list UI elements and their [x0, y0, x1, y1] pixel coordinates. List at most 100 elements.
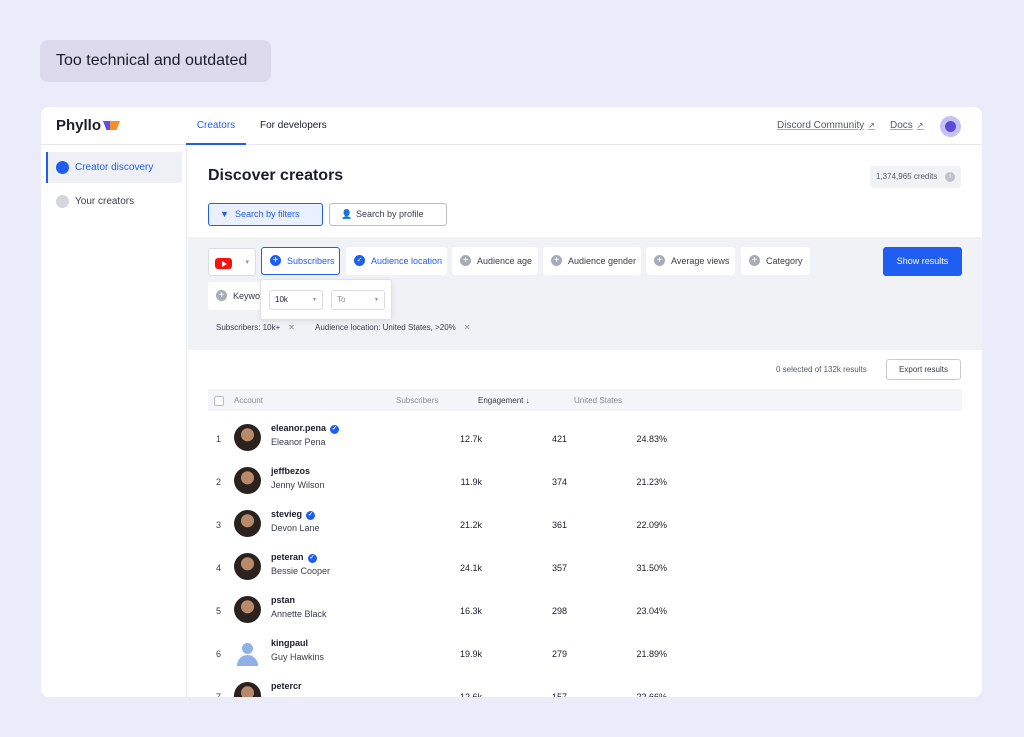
sidebar-item-label: Creator discovery — [75, 162, 154, 173]
sidebar-item-label: Your creators — [75, 196, 135, 207]
search-by-profile-button[interactable]: 👤 Search by profile — [329, 203, 447, 226]
table-row[interactable]: 2 jeffbezos Jenny Wilson 11.9k 374 21.23% — [208, 459, 962, 502]
creator-name: Devon Lane — [271, 523, 320, 533]
filter-audience-gender[interactable]: + Audience gender — [543, 247, 641, 275]
creator-handle[interactable]: stevieg ✓ — [271, 509, 316, 520]
united-states-value: 21.89% — [636, 649, 667, 659]
filter-audience-age[interactable]: + Audience age — [452, 247, 538, 275]
close-icon[interactable]: ✕ — [464, 323, 471, 332]
header-account[interactable]: Account — [234, 396, 263, 405]
table-row[interactable]: 4 peteran ✓ Bessie Cooper 24.1k 357 31.50% — [208, 545, 962, 588]
filter-category[interactable]: + Category — [741, 247, 810, 275]
subscribers-value: 12.6k — [459, 692, 482, 697]
engagement-value: 279 — [551, 649, 567, 659]
sidebar-item-creator-discovery[interactable]: Creator discovery — [46, 152, 182, 183]
subscribers-value: 24.1k — [459, 563, 482, 573]
caption-label: Too technical and outdated — [40, 40, 271, 82]
subscribers-value: 19.9k — [459, 649, 482, 659]
verified-badge-icon: ✓ — [306, 511, 316, 520]
table-row[interactable]: 7 petercr 12.6k 157 22.66% — [208, 674, 962, 697]
handle-text: eleanor.pena — [271, 423, 327, 433]
show-results-button[interactable]: Show results — [883, 247, 962, 276]
creator-handle[interactable]: pstan — [271, 595, 295, 605]
max-subscribers-select[interactable]: To ▼ — [331, 290, 385, 310]
applied-filter-audience-location: Audience location: United States, >20% ✕ — [315, 323, 470, 332]
select-all-checkbox[interactable] — [214, 396, 224, 406]
user-avatar[interactable] — [940, 116, 961, 137]
creator-handle[interactable]: jeffbezos — [271, 466, 310, 476]
discord-community-link[interactable]: Discord Community ↗ — [777, 120, 875, 131]
platform-select[interactable]: ▾ — [208, 248, 256, 276]
filter-audience-location[interactable]: ✓ Audience location — [346, 247, 447, 275]
filter-keywords[interactable]: + Keywo — [208, 282, 268, 310]
button-label: Search by filters — [235, 209, 300, 219]
creator-handle[interactable]: eleanor.pena ✓ — [271, 423, 340, 434]
app-window: Phyllo Creators For developers Discord C… — [41, 107, 982, 697]
credits-text: 1,374,965 credits — [876, 172, 938, 181]
filter-label: Audience age — [477, 256, 533, 266]
subscribers-value: 11.9k — [460, 477, 482, 487]
compass-icon — [56, 161, 69, 174]
header-engagement[interactable]: Engagement ↓ — [478, 396, 530, 405]
plus-icon: + — [270, 255, 281, 266]
creator-name: Eleanor Pena — [271, 437, 326, 447]
united-states-value: 22.66% — [636, 692, 667, 697]
tab-creators[interactable]: Creators — [186, 107, 246, 145]
table-row[interactable]: 3 stevieg ✓ Devon Lane 21.2k 361 22.09% — [208, 502, 962, 545]
engagement-value: 157 — [551, 692, 567, 697]
verified-badge-icon: ✓ — [307, 554, 317, 563]
creator-name: Annette Black — [271, 609, 327, 619]
table-row[interactable]: 5 pstan Annette Black 16.3k 298 23.04% — [208, 588, 962, 631]
check-icon: ✓ — [354, 255, 365, 266]
avatar — [234, 682, 261, 697]
engagement-value: 357 — [551, 563, 567, 573]
filter-subscribers[interactable]: + Subscribers — [261, 247, 340, 275]
row-number: 7 — [216, 692, 222, 697]
header-subscribers[interactable]: Subscribers — [396, 396, 438, 405]
table-row[interactable]: 6 kingpaul Guy Hawkins 19.9k 279 21.89% — [208, 631, 962, 674]
select-value: To — [337, 295, 346, 304]
page-title: Discover creators — [208, 167, 344, 184]
row-number: 4 — [216, 563, 222, 573]
creator-handle[interactable]: petercr — [271, 681, 302, 691]
tab-for-developers[interactable]: For developers — [260, 107, 327, 145]
filter-label: Subscribers — [287, 256, 335, 266]
sidebar-item-your-creators[interactable]: Your creators — [46, 186, 182, 217]
united-states-value: 21.23% — [636, 477, 667, 487]
creator-name: Guy Hawkins — [271, 652, 325, 662]
table-row[interactable]: 1 eleanor.pena ✓ Eleanor Pena 12.7k 421 24.83% — [208, 416, 962, 459]
handle-text: jeffbezos — [271, 466, 311, 476]
youtube-icon — [215, 258, 232, 269]
applied-filter-subscribers: Subscribers: 10k+ ✕ — [216, 323, 295, 332]
docs-link[interactable]: Docs ↗ — [890, 120, 924, 131]
creator-handle[interactable]: peteran ✓ — [271, 552, 317, 563]
header-united-states[interactable]: United States — [574, 396, 622, 405]
filter-average-views[interactable]: + Average views — [646, 247, 735, 275]
handle-text: petercr — [271, 681, 302, 691]
filter-label: Keywo — [233, 291, 261, 301]
top-nav: Phyllo Creators For developers Discord C… — [41, 107, 982, 145]
avatar — [234, 639, 261, 666]
subscribers-range-popover: 10k ▼ To ▼ — [260, 279, 392, 320]
engagement-value: 361 — [551, 520, 567, 530]
creator-handle[interactable]: kingpaul — [271, 638, 308, 648]
subscribers-value: 21.2k — [459, 520, 482, 530]
row-number: 1 — [216, 434, 222, 444]
search-by-filters-button[interactable]: ▼ Search by filters — [208, 203, 323, 226]
info-icon[interactable]: i — [945, 172, 955, 182]
plus-icon: + — [216, 290, 227, 301]
chevron-down-icon: ▼ — [312, 297, 317, 303]
plus-icon: + — [551, 255, 562, 266]
united-states-value: 24.83% — [636, 434, 667, 444]
export-results-button[interactable]: Export results — [886, 359, 961, 380]
external-link-icon: ↗ — [868, 121, 875, 130]
engagement-value: 421 — [551, 434, 567, 444]
logo[interactable]: Phyllo — [56, 117, 121, 134]
verified-badge-icon: ✓ — [330, 425, 340, 434]
plus-icon: + — [654, 255, 665, 266]
close-icon[interactable]: ✕ — [288, 323, 295, 332]
min-subscribers-select[interactable]: 10k ▼ — [269, 290, 323, 310]
creator-name: Jenny Wilson — [271, 480, 325, 490]
avatar — [234, 510, 261, 537]
row-number: 6 — [216, 649, 222, 659]
